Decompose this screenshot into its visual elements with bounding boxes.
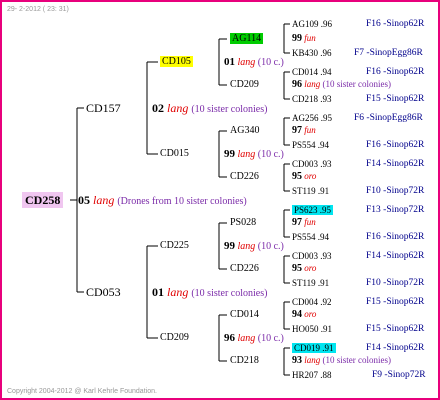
gen3-mating-1: 99 fun bbox=[292, 33, 316, 44]
gen4-entry-1: AG109 .96 bbox=[292, 19, 332, 29]
root-mating: 05 lang (Drones from 10 sister colonies) bbox=[78, 193, 247, 207]
gen2-queen-1: CD105 bbox=[160, 56, 193, 67]
gen1-mating-1: 02 lang (10 sister colonies) bbox=[152, 101, 268, 115]
gen4-entry-13: CD004 .92 bbox=[292, 297, 332, 307]
gen3-mating-3: 97 fun bbox=[292, 125, 316, 136]
gen3-mating-2: 96 lang (10 sister colonies) bbox=[292, 79, 391, 90]
gen2-mating-3: 99 lang (10 c.) bbox=[224, 240, 284, 252]
gen3-queen-3: AG340 bbox=[230, 125, 260, 136]
gen3-mating-8: 93 lang (10 sister colonies) bbox=[292, 355, 391, 366]
gen3-queen-8: CD218 bbox=[230, 355, 259, 366]
gen4-origin-8: F10 -Sinop72R bbox=[366, 186, 425, 196]
gen3-queen-1: AG114 bbox=[230, 33, 264, 44]
gen4-origin-10: F16 -Sinop62R bbox=[366, 232, 425, 242]
gen3-mating-5: 97 fun bbox=[292, 217, 316, 228]
gen4-origin-15: F14 -Sinop62R bbox=[366, 343, 425, 353]
gen4-entry-12: ST119 .91 bbox=[292, 278, 330, 288]
gen3-queen-5: PS028 bbox=[230, 217, 257, 228]
gen2-queen-4: CD209 bbox=[160, 332, 189, 343]
gen3-mating-6: 95 oro bbox=[292, 263, 317, 274]
gen4-origin-5: F6 -SinopEgg86R bbox=[354, 113, 423, 123]
gen4-origin-16: F9 -Sinop72R bbox=[372, 370, 426, 380]
gen3-queen-6: CD226 bbox=[230, 263, 259, 274]
gen4-origin-1: F16 -Sinop62R bbox=[366, 19, 425, 29]
gen3-mating-4: 95 oro bbox=[292, 171, 317, 182]
gen4-entry-6: PS554 .94 bbox=[292, 140, 330, 150]
gen4-origin-2: F7 -SinopEgg86R bbox=[354, 48, 423, 58]
gen4-entry-16: HR207 .88 bbox=[292, 370, 332, 380]
gen4-entry-2: KB430 .96 bbox=[292, 48, 332, 58]
timestamp: 29- 2-2012 ( 23: 31) bbox=[7, 6, 69, 13]
gen1-queen-2: CD053 bbox=[86, 285, 121, 299]
gen4-origin-3: F16 -Sinop62R bbox=[366, 67, 425, 77]
root-queen: CD258 bbox=[22, 192, 64, 208]
gen4-entry-4: CD218 .93 bbox=[292, 94, 332, 104]
gen4-entry-8: ST119 .91 bbox=[292, 186, 330, 196]
gen4-entry-5: AG256 .95 bbox=[292, 113, 332, 123]
gen2-mating-2: 99 lang (10 c.) bbox=[224, 148, 284, 160]
gen1-mating-2: 01 lang (10 sister colonies) bbox=[152, 285, 268, 299]
gen4-origin-7: F14 -Sinop62R bbox=[366, 159, 425, 169]
gen4-entry-3: CD014 .94 bbox=[292, 67, 332, 77]
gen2-mating-1: 01 lang (10 c.) bbox=[224, 56, 284, 68]
gen3-queen-7: CD014 bbox=[230, 309, 259, 320]
gen4-origin-12: F10 -Sinop72R bbox=[366, 278, 425, 288]
gen3-queen-2: CD209 bbox=[230, 79, 259, 90]
gen4-origin-13: F15 -Sinop62R bbox=[366, 297, 425, 307]
gen3-queen-4: CD226 bbox=[230, 171, 259, 182]
gen4-entry-7: CD003 .93 bbox=[292, 159, 332, 169]
gen3-mating-7: 94 oro bbox=[292, 309, 317, 320]
gen1-queen-1: CD157 bbox=[86, 101, 121, 115]
gen2-queen-2: CD015 bbox=[160, 148, 189, 159]
gen4-origin-6: F16 -Sinop62R bbox=[366, 140, 425, 150]
gen2-queen-3: CD225 bbox=[160, 240, 189, 251]
copyright: Copyright 2004-2012 @ Karl Kehrle Founda… bbox=[7, 388, 157, 395]
pedigree-frame: 29- 2-2012 ( 23: 31) CD258 05 lang (Dron… bbox=[0, 0, 440, 400]
gen4-origin-11: F14 -Sinop62R bbox=[366, 251, 425, 261]
gen4-origin-14: F15 -Sinop62R bbox=[366, 324, 425, 334]
gen2-mating-4: 96 lang (10 c.) bbox=[224, 332, 284, 344]
gen4-entry-10: PS554 .94 bbox=[292, 232, 330, 242]
gen4-entry-14: HO050 .91 bbox=[292, 324, 332, 334]
gen4-entry-9: PS623 .95 bbox=[292, 205, 334, 215]
gen4-entry-11: CD003 .93 bbox=[292, 251, 332, 261]
gen4-origin-9: F13 -Sinop72R bbox=[366, 205, 425, 215]
gen4-entry-15: CD019 .91 bbox=[292, 343, 336, 353]
gen4-origin-4: F15 -Sinop62R bbox=[366, 94, 425, 104]
